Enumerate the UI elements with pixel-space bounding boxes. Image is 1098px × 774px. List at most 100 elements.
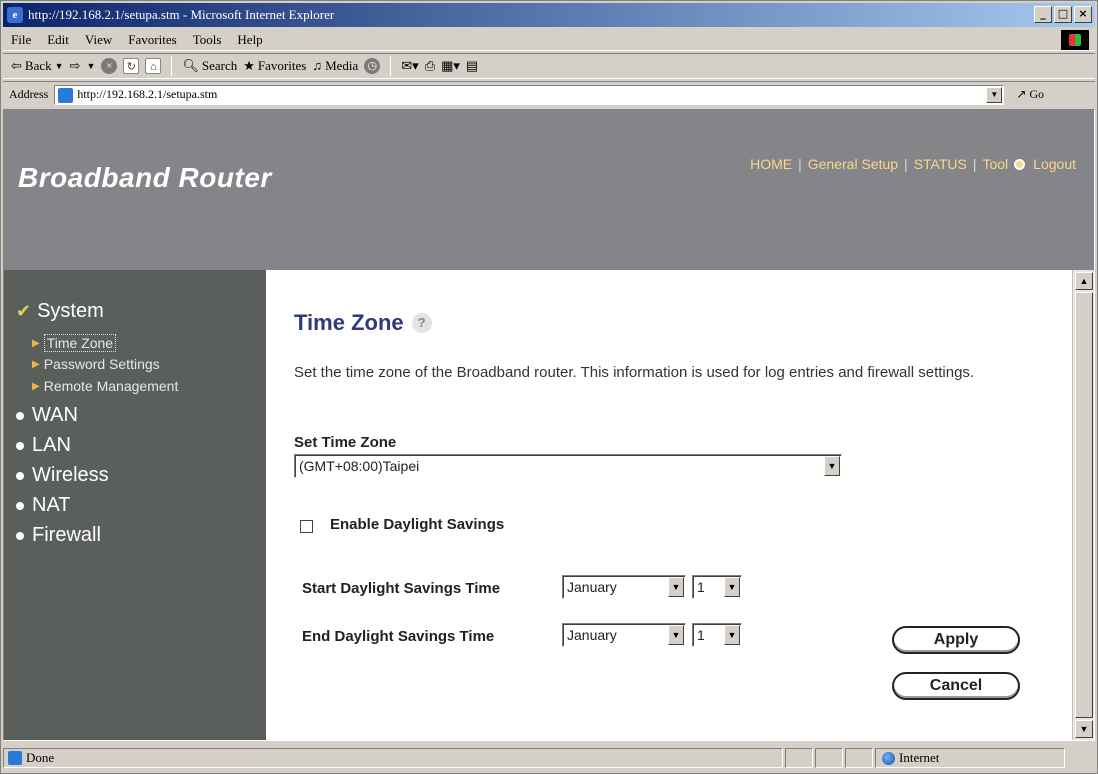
mail-icon[interactable]: ✉▾ bbox=[401, 58, 418, 74]
chevron-down-icon[interactable]: ▼ bbox=[724, 625, 740, 645]
close-button[interactable]: × bbox=[1074, 6, 1092, 23]
nav-separator: | bbox=[972, 156, 977, 172]
history-icon[interactable]: ◷ bbox=[364, 58, 381, 74]
menu-file[interactable]: File bbox=[11, 32, 31, 48]
daylight-savings-checkbox[interactable] bbox=[300, 520, 313, 533]
nav-status[interactable]: STATUS bbox=[914, 156, 967, 172]
maximize-button[interactable]: □ bbox=[1054, 6, 1072, 23]
cancel-button[interactable]: Cancel bbox=[892, 672, 1020, 700]
nav-home[interactable]: HOME bbox=[750, 156, 792, 172]
discuss-icon[interactable]: ▤ bbox=[466, 58, 478, 74]
chevron-down-icon[interactable]: ▼ bbox=[668, 625, 684, 645]
back-button[interactable]: ⇦ Back ▼ bbox=[11, 58, 64, 74]
address-input[interactable]: http://192.168.2.1/setupa.stm ▼ bbox=[54, 84, 1005, 105]
start-month-select[interactable]: January ▼ bbox=[562, 575, 686, 599]
daylight-savings-label: Enable Daylight Savings bbox=[330, 516, 505, 533]
sidebar-item-system[interactable]: ✔ System bbox=[16, 300, 104, 323]
bullet-icon bbox=[16, 531, 24, 540]
refresh-icon[interactable]: ↻ bbox=[123, 58, 140, 74]
back-arrow-icon: ⇦ bbox=[11, 58, 22, 73]
start-dst-label: Start Daylight Savings Time bbox=[302, 580, 501, 597]
home-icon[interactable]: ⌂ bbox=[145, 58, 162, 74]
sidebar-subitem-remote-management[interactable]: ▶ Remote Management bbox=[32, 378, 178, 394]
favorites-button[interactable]: ★ Favorites bbox=[243, 58, 306, 74]
sidebar-item-nat[interactable]: NAT bbox=[16, 494, 71, 517]
menu-edit[interactable]: Edit bbox=[47, 32, 69, 48]
bullet-icon bbox=[16, 471, 24, 480]
chevron-down-icon[interactable]: ▼ bbox=[824, 456, 840, 476]
address-bar: Address http://192.168.2.1/setupa.stm ▼ … bbox=[3, 81, 1095, 107]
menu-tools[interactable]: Tools bbox=[193, 32, 222, 48]
search-icon: 🔍︎ bbox=[182, 58, 199, 73]
sidebar-subitem-password-settings[interactable]: ▶ Password Settings bbox=[32, 356, 160, 372]
end-day-select[interactable]: 1 ▼ bbox=[692, 623, 742, 647]
stop-icon[interactable]: × bbox=[101, 58, 118, 74]
status-cell bbox=[815, 748, 843, 768]
triangle-right-icon: ▶ bbox=[32, 337, 40, 349]
triangle-right-icon: ▶ bbox=[32, 380, 40, 392]
go-label: Go bbox=[1029, 87, 1045, 101]
sidebar-item-wan[interactable]: WAN bbox=[16, 404, 78, 427]
title-bar: e http://192.168.2.1/setupa.stm - Micros… bbox=[3, 3, 1095, 27]
end-day-value: 1 bbox=[697, 627, 705, 643]
minimize-button[interactable]: _ bbox=[1034, 6, 1052, 23]
end-month-select[interactable]: January ▼ bbox=[562, 623, 686, 647]
sidebar-subitem-label: Password Settings bbox=[43, 356, 160, 372]
help-icon[interactable]: ? bbox=[411, 313, 432, 333]
sidebar-item-wireless[interactable]: Wireless bbox=[16, 464, 109, 487]
start-month-value: January bbox=[567, 579, 617, 595]
chevron-down-icon[interactable]: ▼ bbox=[724, 577, 740, 597]
sidebar-item-label: Wireless bbox=[32, 464, 109, 486]
brand-title: Broadband Router bbox=[18, 162, 272, 193]
sidebar-item-lan[interactable]: LAN bbox=[16, 434, 71, 457]
bullet-icon bbox=[16, 441, 24, 450]
status-cell bbox=[785, 748, 813, 768]
menu-favorites[interactable]: Favorites bbox=[128, 32, 176, 48]
ie-logo-icon: e bbox=[7, 7, 23, 23]
router-header: Broadband Router HOME | General Setup | … bbox=[4, 110, 1094, 270]
scroll-up-icon[interactable]: ▲ bbox=[1075, 272, 1093, 290]
chevron-down-icon[interactable]: ▼ bbox=[668, 577, 684, 597]
menu-bar: File Edit View Favorites Tools Help bbox=[3, 29, 1095, 51]
scroll-down-icon[interactable]: ▼ bbox=[1075, 720, 1093, 738]
chevron-down-icon: ▼ bbox=[54, 61, 64, 71]
page-title-text: Time Zone bbox=[294, 310, 404, 335]
sidebar-item-label: WAN bbox=[32, 404, 78, 426]
sidebar: ✔ System ▶ Time Zone ▶ Password Settings… bbox=[4, 270, 266, 740]
edit-icon[interactable]: ▦▾ bbox=[441, 58, 460, 74]
favorites-icon: ★ bbox=[243, 58, 255, 73]
nav-logout[interactable]: Logout bbox=[1033, 156, 1076, 172]
vertical-scrollbar[interactable]: ▲ ▼ bbox=[1072, 270, 1094, 740]
chevron-down-icon[interactable]: ▼ bbox=[86, 61, 95, 71]
sidebar-item-label: NAT bbox=[32, 494, 71, 516]
nav-general-setup[interactable]: General Setup bbox=[808, 156, 898, 172]
sidebar-subitem-time-zone[interactable]: ▶ Time Zone bbox=[32, 334, 117, 352]
search-button[interactable]: 🔍︎ Search bbox=[182, 58, 237, 74]
go-button[interactable]: ↗ Go bbox=[1016, 87, 1044, 102]
bullet-icon bbox=[16, 501, 24, 510]
apply-button[interactable]: Apply bbox=[892, 626, 1020, 654]
forward-button[interactable]: ⇨ bbox=[70, 58, 81, 74]
time-zone-value: (GMT+08:00)Taipei bbox=[299, 458, 420, 474]
search-label: Search bbox=[201, 58, 238, 73]
go-arrow-icon: ↗ bbox=[1016, 87, 1027, 101]
top-nav: HOME | General Setup | STATUS | Tool Log… bbox=[750, 156, 1076, 172]
nav-tool[interactable]: Tool bbox=[982, 156, 1008, 172]
end-dst-label: End Daylight Savings Time bbox=[302, 628, 495, 645]
time-zone-select[interactable]: (GMT+08:00)Taipei ▼ bbox=[294, 454, 842, 478]
menu-help[interactable]: Help bbox=[237, 32, 262, 48]
end-month-value: January bbox=[567, 627, 617, 643]
media-button[interactable]: ♫ Media bbox=[312, 58, 358, 74]
sidebar-item-firewall[interactable]: Firewall bbox=[16, 524, 101, 547]
address-dropdown-icon[interactable]: ▼ bbox=[986, 86, 1003, 103]
scrollbar-thumb[interactable] bbox=[1075, 292, 1093, 718]
page-title: Time Zone ? bbox=[294, 310, 432, 336]
windows-logo-icon bbox=[1061, 30, 1089, 50]
status-bar: Done Internet bbox=[3, 745, 1095, 771]
start-day-select[interactable]: 1 ▼ bbox=[692, 575, 742, 599]
browser-window: e http://192.168.2.1/setupa.stm - Micros… bbox=[0, 0, 1098, 774]
print-icon[interactable]: ⎙ bbox=[425, 58, 435, 74]
sidebar-subitem-label: Remote Management bbox=[43, 378, 179, 394]
page-icon bbox=[58, 87, 74, 103]
menu-view[interactable]: View bbox=[85, 32, 112, 48]
